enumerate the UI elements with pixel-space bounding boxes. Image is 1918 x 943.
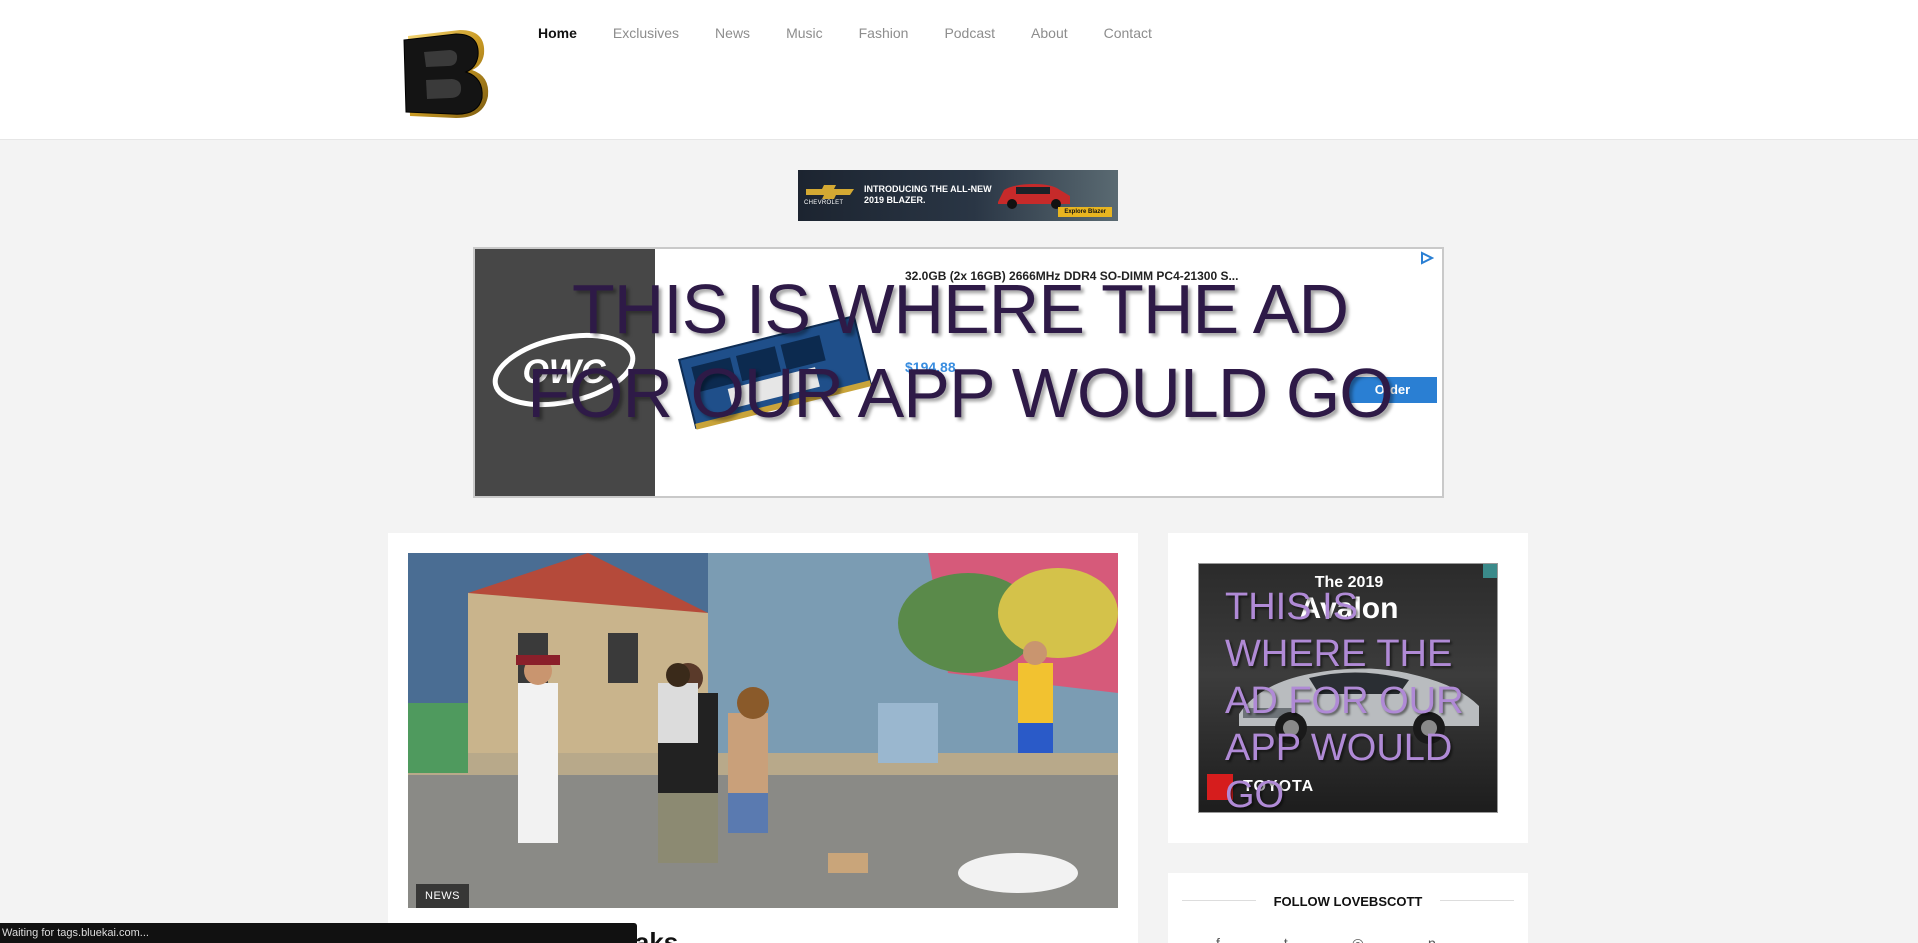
main-nav: Home Exclusives News Music Fashion Podca… xyxy=(538,24,1188,42)
nav-about[interactable]: About xyxy=(1031,24,1068,42)
blazer-car-image xyxy=(998,184,1070,209)
banner-brand: CHEVROLET xyxy=(804,200,844,206)
facebook-icon[interactable]: f xyxy=(1216,935,1220,943)
pinterest-icon[interactable]: p xyxy=(1428,935,1436,943)
sidebar-ad-widget: The 2019 Avalon TOYOTA THIS IS WHERE THE… xyxy=(1168,533,1528,843)
category-badge[interactable]: NEWS xyxy=(416,884,469,908)
chevrolet-bowtie-icon xyxy=(806,185,854,199)
social-icons: f t ◎ p xyxy=(1216,935,1436,943)
follow-title-wrap: FOLLOW LOVEBSCOTT xyxy=(1168,893,1528,911)
nav-contact[interactable]: Contact xyxy=(1104,24,1152,42)
featured-article-card[interactable]: NEWS t Family Brawl Breaks xyxy=(388,533,1138,943)
browser-status-bar: Waiting for tags.bluekai.com... xyxy=(0,923,637,943)
follow-title: FOLLOW LOVEBSCOTT xyxy=(1255,894,1441,909)
logo-b-icon xyxy=(403,30,489,118)
site-logo[interactable] xyxy=(400,20,496,124)
nav-music[interactable]: Music xyxy=(786,24,823,42)
article-photo xyxy=(408,553,1118,908)
app-ad-placeholder-overlay-small: THIS IS WHERE THE AD FOR OUR APP WOULD G… xyxy=(1225,586,1464,813)
banner-cta[interactable]: Explore Blazer xyxy=(1058,207,1112,217)
chevrolet-banner-ad[interactable]: CHEVROLET INTRODUCING THE ALL-NEW 2019 B… xyxy=(798,170,1118,221)
nav-fashion[interactable]: Fashion xyxy=(859,24,909,42)
site-header: Home Exclusives News Music Fashion Podca… xyxy=(0,0,1918,140)
nav-exclusives[interactable]: Exclusives xyxy=(613,24,679,42)
nav-news[interactable]: News xyxy=(715,24,750,42)
article-image[interactable]: NEWS xyxy=(408,553,1118,908)
instagram-icon[interactable]: ◎ xyxy=(1352,935,1364,943)
app-ad-placeholder-overlay: THIS IS WHERE THE AD FOR OUR APP WOULD G… xyxy=(527,270,1394,432)
adchoices-icon[interactable] xyxy=(1420,251,1434,265)
owc-display-ad[interactable]: OWC 32.0GB (2x 16GB) 2666MHz DDR4 SO-DIM… xyxy=(473,247,1444,498)
follow-widget: FOLLOW LOVEBSCOTT f t ◎ p xyxy=(1168,873,1528,943)
banner-headline: INTRODUCING THE ALL-NEW 2019 BLAZER. xyxy=(864,184,992,205)
twitter-icon[interactable]: t xyxy=(1284,935,1288,943)
toyota-avalon-ad[interactable]: The 2019 Avalon TOYOTA THIS IS WHERE THE… xyxy=(1198,563,1498,813)
nav-podcast[interactable]: Podcast xyxy=(944,24,995,42)
nav-home[interactable]: Home xyxy=(538,24,577,42)
